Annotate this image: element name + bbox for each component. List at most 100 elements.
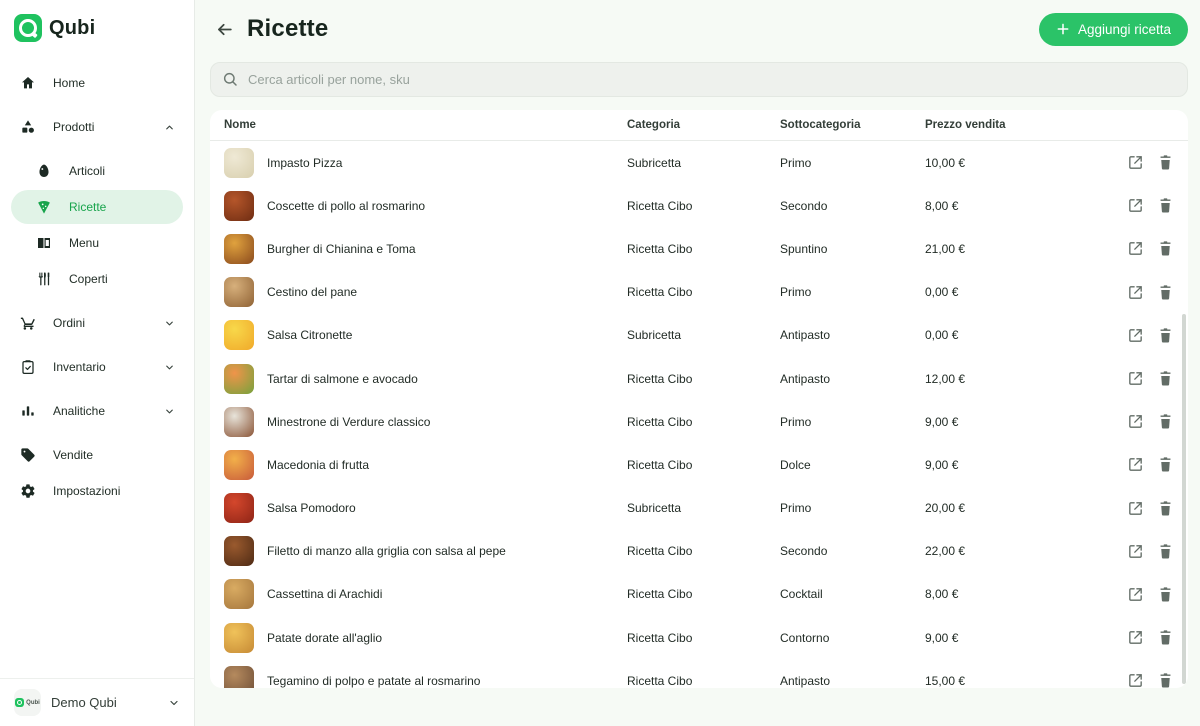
open-recipe-icon[interactable] (1127, 240, 1144, 257)
open-recipe-icon[interactable] (1127, 327, 1144, 344)
recipe-photo (224, 190, 254, 221)
row-actions (1127, 586, 1174, 603)
table-row[interactable]: Minestrone di Verdure classico Ricetta Ci… (210, 400, 1188, 443)
open-recipe-icon[interactable] (1127, 154, 1144, 171)
home-icon (19, 75, 36, 92)
table-row[interactable]: Coscette di pollo al rosmarino Ricetta Ci… (210, 184, 1188, 227)
delete-recipe-icon[interactable] (1157, 197, 1174, 214)
sidebar-item-articoli[interactable]: Articoli (11, 154, 183, 188)
recipe-subcategory: Contorno (780, 630, 830, 645)
open-recipe-icon[interactable] (1127, 284, 1144, 301)
delete-recipe-icon[interactable] (1157, 500, 1174, 517)
sidebar-item-label: Vendite (53, 448, 94, 462)
delete-recipe-icon[interactable] (1157, 413, 1174, 430)
workspace-name: Demo Qubi (51, 695, 117, 710)
cutlery-icon (35, 271, 52, 288)
delete-recipe-icon[interactable] (1157, 284, 1174, 301)
table-row[interactable]: Impasto Pizza Subricetta Primo 10,00 € (210, 141, 1188, 184)
recipe-photo (224, 277, 254, 308)
recipe-name: Tegamino di polpo e patate al rosmarino (267, 673, 481, 688)
sidebar-item-ordini[interactable]: Ordini (11, 306, 183, 340)
open-recipe-icon[interactable] (1127, 197, 1144, 214)
search-input[interactable] (210, 62, 1188, 97)
delete-recipe-icon[interactable] (1157, 586, 1174, 603)
row-actions (1127, 500, 1174, 517)
recipe-name-cell: Salsa Citronette (224, 320, 627, 351)
recipe-price: 0,00 € (925, 328, 959, 343)
workspace-switcher[interactable]: Qubi Demo Qubi (0, 678, 194, 726)
recipe-category: Ricetta Cibo (627, 673, 693, 688)
delete-recipe-icon[interactable] (1157, 543, 1174, 560)
add-recipe-button[interactable]: Aggiungi ricetta (1038, 12, 1188, 46)
sidebar-item-ricette[interactable]: Ricette (11, 190, 183, 224)
chevron-up-icon (164, 122, 175, 133)
delete-recipe-icon[interactable] (1157, 154, 1174, 171)
open-recipe-icon[interactable] (1127, 413, 1144, 430)
recipe-subcategory: Antipasto (780, 328, 831, 343)
table-row[interactable]: Macedonia di frutta Ricetta Cibo Dolce 9,00… (210, 443, 1188, 486)
brand-name: Qubi (49, 16, 96, 39)
sidebar-item-menu[interactable]: Menu (11, 226, 183, 260)
recipe-photo (224, 406, 254, 437)
delete-recipe-icon[interactable] (1157, 327, 1174, 344)
recipe-category: Ricetta Cibo (627, 198, 693, 213)
delete-recipe-icon[interactable] (1157, 370, 1174, 387)
table-row[interactable]: Cassettina di Arachidi Ricetta Cibo Cockta… (210, 573, 1188, 616)
table-row[interactable]: Patate dorate all'aglio Ricetta Cibo Conto… (210, 616, 1188, 659)
plus-icon (1057, 23, 1069, 35)
recipe-subcategory: Cocktail (780, 587, 823, 602)
search-icon (222, 71, 238, 92)
table-row[interactable]: Tartar di salmone e avocado Ricetta Cibo A… (210, 357, 1188, 400)
recipe-subcategory: Dolce (780, 457, 811, 472)
recipe-name: Tartar di salmone e avocado (267, 371, 418, 386)
table-row[interactable]: Salsa Pomodoro Subricetta Primo 20,00 € (210, 487, 1188, 530)
delete-recipe-icon[interactable] (1157, 672, 1174, 688)
recipe-name-cell: Patate dorate all'aglio (224, 622, 627, 653)
open-recipe-icon[interactable] (1127, 456, 1144, 473)
sidebar-item-impostazioni[interactable]: Impostazioni (11, 474, 183, 508)
delete-recipe-icon[interactable] (1157, 240, 1174, 257)
recipe-price: 20,00 € (925, 501, 966, 516)
row-actions (1127, 284, 1174, 301)
recipe-subcategory: Secondo (780, 198, 828, 213)
recipe-category: Ricetta Cibo (627, 371, 693, 386)
sidebar-item-coperti[interactable]: Coperti (11, 262, 183, 296)
table-row[interactable]: Filetto di manzo alla griglia con salsa … (210, 530, 1188, 573)
open-recipe-icon[interactable] (1127, 500, 1144, 517)
recipe-name: Impasto Pizza (267, 155, 343, 170)
delete-recipe-icon[interactable] (1157, 629, 1174, 646)
sidebar-item-vendite[interactable]: Vendite (11, 438, 183, 472)
recipe-price: 10,00 € (925, 155, 966, 170)
recipe-photo (224, 493, 254, 524)
sidebar-item-analitiche[interactable]: Analitiche (11, 394, 183, 428)
sidebar-item-label: Inventario (53, 360, 106, 374)
sidebar-item-inventario[interactable]: Inventario (11, 350, 183, 384)
back-button[interactable] (210, 15, 238, 43)
row-actions (1127, 197, 1174, 214)
open-recipe-icon[interactable] (1127, 370, 1144, 387)
recipe-name-cell: Tartar di salmone e avocado (224, 363, 627, 394)
recipe-category: Subricetta (627, 501, 682, 516)
tag-icon (19, 447, 36, 464)
open-recipe-icon[interactable] (1127, 543, 1144, 560)
recipe-category: Ricetta Cibo (627, 285, 693, 300)
table-row[interactable]: Salsa Citronette Subricetta Antipasto 0,00 … (210, 314, 1188, 357)
recipe-name-cell: Tegamino di polpo e patate al rosmarino (224, 665, 627, 688)
recipe-photo (224, 579, 254, 610)
recipe-price: 12,00 € (925, 371, 966, 386)
recipe-subcategory: Secondo (780, 544, 828, 559)
sidebar-item-home[interactable]: Home (11, 66, 183, 100)
recipe-subcategory: Primo (780, 285, 812, 300)
open-recipe-icon[interactable] (1127, 586, 1144, 603)
recipe-price: 22,00 € (925, 544, 966, 559)
open-recipe-icon[interactable] (1127, 629, 1144, 646)
table-row[interactable]: Tegamino di polpo e patate al rosmarino R… (210, 659, 1188, 688)
delete-recipe-icon[interactable] (1157, 456, 1174, 473)
table-row[interactable]: Burgher di Chianina e Toma Ricetta Cibo Sp… (210, 227, 1188, 270)
scrollbar-thumb[interactable] (1182, 314, 1186, 684)
qubi-logo-icon (14, 14, 42, 42)
open-recipe-icon[interactable] (1127, 672, 1144, 688)
recipe-name-cell: Salsa Pomodoro (224, 493, 627, 524)
sidebar-item-prodotti[interactable]: Prodotti (11, 110, 183, 144)
table-row[interactable]: Cestino del pane Ricetta Cibo Primo 0,00 € (210, 271, 1188, 314)
